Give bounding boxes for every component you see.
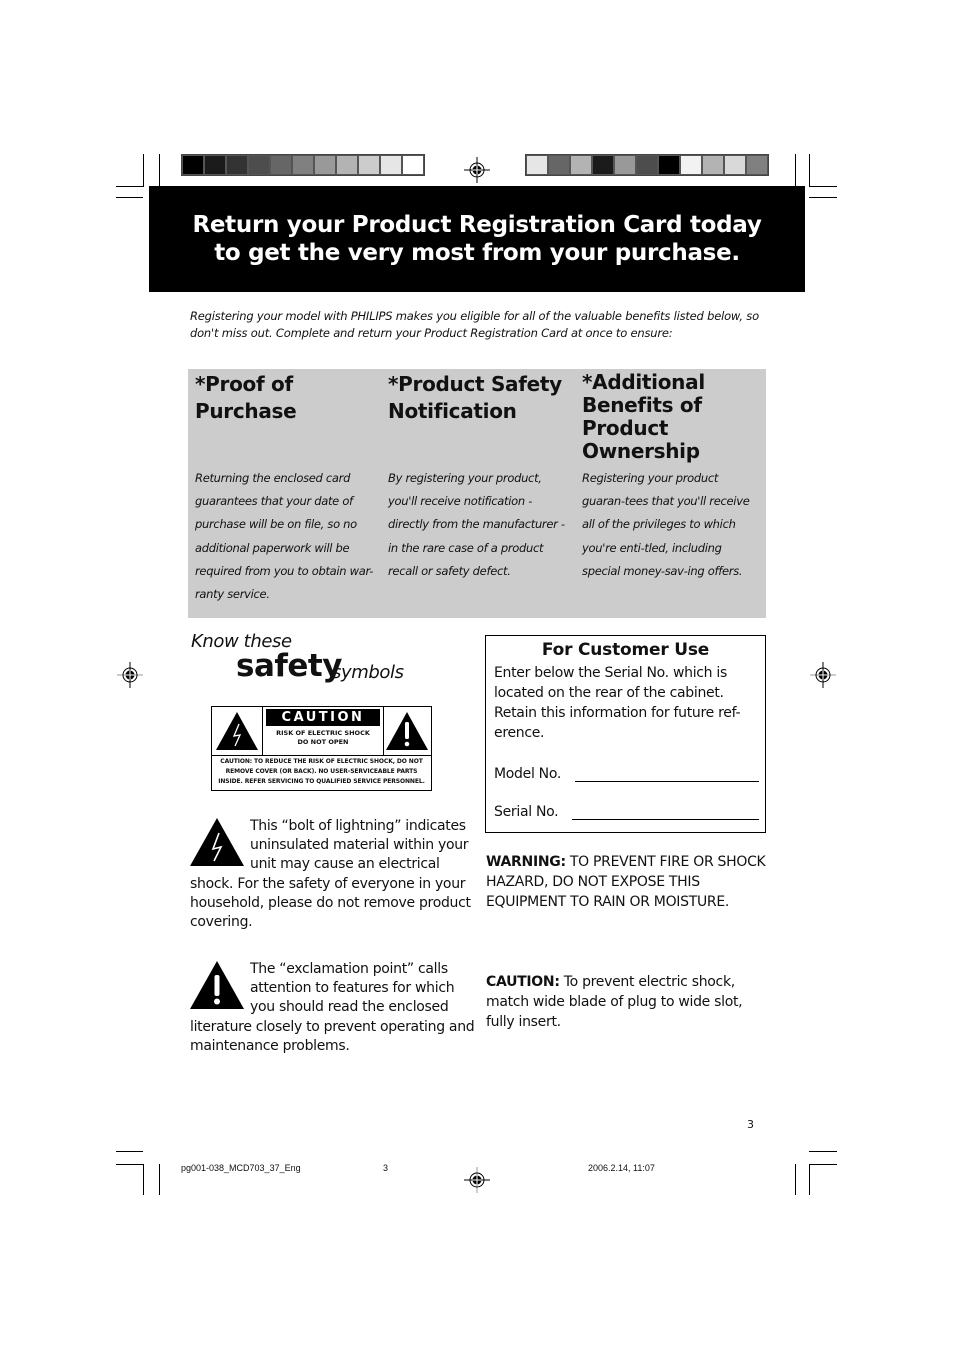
exclamation-triangle-icon — [190, 961, 244, 1009]
customer-use-instructions: Enter below the Serial No. which is loca… — [494, 665, 741, 741]
color-swatch — [593, 156, 613, 174]
crop-mark — [809, 1151, 837, 1152]
color-swatch — [227, 156, 247, 174]
color-swatch — [183, 156, 203, 174]
caution-label-line: CAUTION: TO REDUCE THE RISK OF ELECTRIC … — [220, 758, 423, 765]
crop-mark — [116, 186, 143, 187]
header-line-2: to get the very most from your purchase. — [214, 240, 740, 266]
caution-label-top: CAUTION RISK OF ELECTRIC SHOCK DO NOT OP… — [212, 707, 431, 756]
caution-label-risk-2: DO NOT OPEN — [297, 737, 349, 746]
caution-notice: CAUTION: To prevent electric shock, matc… — [486, 972, 766, 1032]
benefits-panel: *Proof of Purchase Returning the enclose… — [188, 369, 766, 618]
lightning-explanation: This “bolt of lightning” indicates unins… — [190, 817, 475, 932]
color-swatch — [703, 156, 723, 174]
color-swatch — [293, 156, 313, 174]
registration-target-icon — [117, 662, 143, 688]
customer-use-box: For Customer Use Enter below the Serial … — [485, 635, 766, 833]
caution-label-text: CAUTION: — [486, 974, 560, 990]
caution-label-title: CAUTION — [266, 709, 380, 726]
benefit-title: *Product Safety Notification — [388, 372, 562, 423]
color-swatch — [615, 156, 635, 174]
caution-label-line: INSIDE. REFER SERVICING TO QUALIFIED SER… — [218, 778, 425, 785]
serial-number-field: Serial No. — [494, 804, 759, 820]
color-swatch — [271, 156, 291, 174]
crop-mark — [116, 1151, 143, 1152]
crop-mark — [795, 1164, 796, 1195]
registration-target-icon — [464, 157, 490, 183]
caution-label-risk-1: RISK OF ELECTRIC SHOCK — [276, 729, 370, 737]
serial-number-input[interactable] — [572, 805, 759, 820]
color-swatch — [381, 156, 401, 174]
model-number-field: Model No. — [494, 766, 759, 782]
intro-paragraph: Registering your model with PHILIPS make… — [190, 309, 759, 340]
crop-mark — [809, 154, 810, 187]
slug-filename: pg001-038_MCD703_37_Eng — [181, 1163, 301, 1173]
caution-label: CAUTION RISK OF ELECTRIC SHOCK DO NOT OP… — [211, 706, 432, 791]
benefit-title: *Proof of Purchase — [195, 372, 297, 423]
color-swatch — [549, 156, 569, 174]
crop-mark — [795, 154, 796, 187]
crop-mark — [809, 1164, 837, 1165]
color-swatch — [249, 156, 269, 174]
crop-mark — [809, 1164, 810, 1195]
safety-heading-safety: safety — [236, 648, 342, 684]
slug-date: 2006.2.14, 11:07 — [588, 1163, 655, 1173]
crop-mark — [143, 1164, 144, 1195]
caution-label-center: CAUTION RISK OF ELECTRIC SHOCK DO NOT OP… — [262, 707, 384, 755]
exclamation-triangle-icon — [386, 712, 428, 750]
color-swatch — [571, 156, 591, 174]
page-number: 3 — [747, 1118, 754, 1131]
customer-use-title: For Customer Use — [541, 640, 710, 660]
color-swatch — [725, 156, 745, 174]
lightning-triangle-icon — [190, 818, 244, 866]
color-swatch — [315, 156, 335, 174]
crop-mark — [116, 197, 143, 198]
model-number-input[interactable] — [575, 767, 759, 782]
registration-target-icon — [464, 1167, 490, 1193]
color-swatch — [527, 156, 547, 174]
lightning-triangle-icon — [216, 712, 258, 750]
color-swatch — [681, 156, 701, 174]
crop-mark — [116, 1164, 143, 1165]
color-swatch — [747, 156, 767, 174]
color-bar-left — [181, 154, 425, 176]
color-swatch — [359, 156, 379, 174]
header-banner: Return your Product Registration Card to… — [149, 186, 805, 292]
benefit-title: *Additional Benefits of Product Ownershi… — [582, 370, 705, 463]
slug-page: 3 — [383, 1163, 389, 1173]
color-bar-right — [525, 154, 769, 176]
crop-mark — [143, 154, 144, 187]
registration-target-icon — [810, 662, 836, 688]
color-swatch — [659, 156, 679, 174]
safety-heading-symbols: symbols — [332, 662, 404, 683]
serial-number-label: Serial No. — [494, 804, 559, 820]
caution-label-line: REMOVE COVER (OR BACK). NO USER-SERVICEA… — [225, 768, 418, 775]
warning-label: WARNING: — [486, 854, 566, 870]
crop-mark — [809, 197, 837, 198]
caution-label-warning: CAUTION: TO REDUCE THE RISK OF ELECTRIC … — [212, 757, 431, 787]
color-swatch — [637, 156, 657, 174]
crop-mark — [809, 186, 837, 187]
warning-notice: WARNING: TO PREVENT FIRE OR SHOCK HAZARD… — [486, 852, 766, 912]
color-swatch — [337, 156, 357, 174]
color-swatch — [403, 156, 423, 174]
crop-mark — [159, 154, 160, 187]
model-number-label: Model No. — [494, 766, 562, 782]
benefit-body: Registering your product guaran-tees tha… — [582, 471, 750, 578]
benefit-body: Returning the enclosed card guarantees t… — [195, 471, 374, 602]
crop-mark — [159, 1164, 160, 1195]
color-swatch — [205, 156, 225, 174]
header-line-1: Return your Product Registration Card to… — [192, 212, 762, 238]
exclamation-explanation: The “exclamation point” calls attention … — [190, 960, 475, 1056]
benefit-body: By registering your product, you'll rece… — [388, 471, 565, 578]
